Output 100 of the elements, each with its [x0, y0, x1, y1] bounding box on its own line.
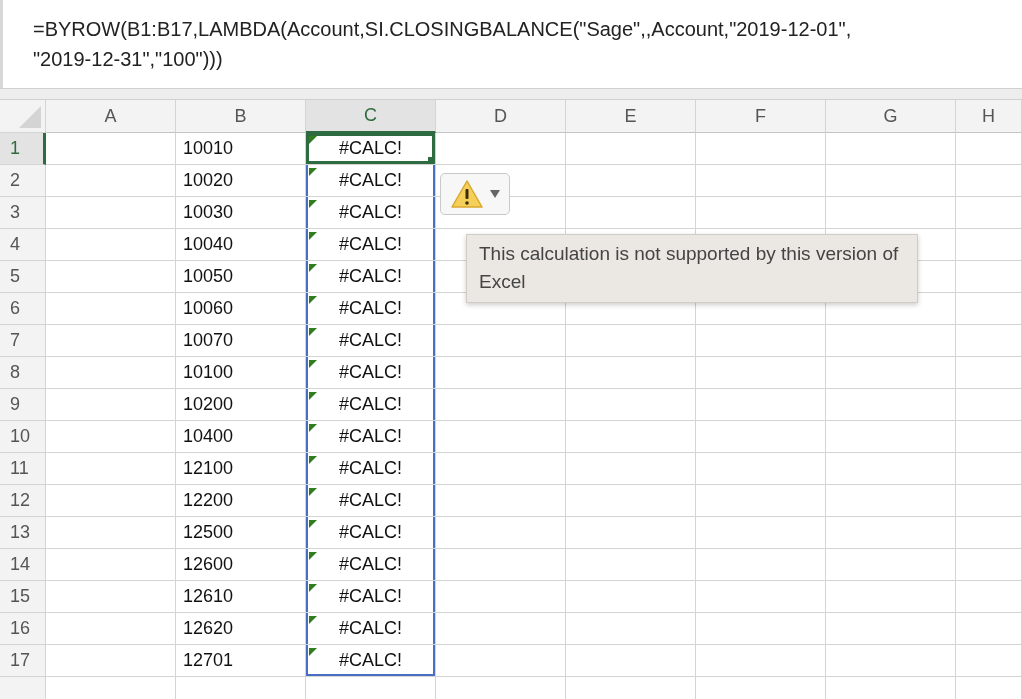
- table-cell[interactable]: [696, 421, 826, 453]
- table-cell[interactable]: [826, 325, 956, 357]
- table-cell[interactable]: [956, 453, 1022, 485]
- table-cell[interactable]: [566, 613, 696, 645]
- table-cell[interactable]: [436, 613, 566, 645]
- table-cell[interactable]: [436, 645, 566, 677]
- column-header[interactable]: F: [696, 100, 826, 133]
- table-cell[interactable]: [696, 133, 826, 165]
- table-cell[interactable]: [826, 197, 956, 229]
- row-header[interactable]: 14: [0, 549, 46, 581]
- table-cell[interactable]: [826, 517, 956, 549]
- table-cell[interactable]: [46, 261, 176, 293]
- table-cell[interactable]: [956, 197, 1022, 229]
- table-cell[interactable]: [826, 453, 956, 485]
- table-cell[interactable]: 12701: [176, 645, 306, 677]
- table-cell[interactable]: [826, 485, 956, 517]
- table-cell[interactable]: [696, 549, 826, 581]
- table-cell[interactable]: #CALC!: [306, 485, 436, 517]
- formula-text[interactable]: =BYROW(B1:B17,LAMBDA(Account,SI.CLOSINGBALANCE("Sage",,Account,"2019-12-01", "2019-12-31","100"))): [33, 14, 1022, 74]
- table-cell[interactable]: [956, 229, 1022, 261]
- table-cell[interactable]: #CALC!: [306, 613, 436, 645]
- table-cell[interactable]: [566, 453, 696, 485]
- table-cell[interactable]: 10050: [176, 261, 306, 293]
- table-cell[interactable]: [956, 485, 1022, 517]
- row-header[interactable]: 8: [0, 357, 46, 389]
- table-cell[interactable]: [696, 517, 826, 549]
- column-header[interactable]: E: [566, 100, 696, 133]
- table-cell[interactable]: [46, 485, 176, 517]
- table-cell[interactable]: [826, 581, 956, 613]
- column-header[interactable]: D: [436, 100, 566, 133]
- table-cell[interactable]: 10200: [176, 389, 306, 421]
- table-cell[interactable]: [696, 485, 826, 517]
- table-cell[interactable]: 12100: [176, 453, 306, 485]
- row-header[interactable]: 9: [0, 389, 46, 421]
- table-cell[interactable]: 10100: [176, 357, 306, 389]
- table-cell[interactable]: 10010: [176, 133, 306, 165]
- table-cell[interactable]: [436, 581, 566, 613]
- row-header[interactable]: 10: [0, 421, 46, 453]
- table-cell[interactable]: [436, 485, 566, 517]
- table-cell[interactable]: [956, 133, 1022, 165]
- table-cell[interactable]: [436, 549, 566, 581]
- table-cell[interactable]: [956, 325, 1022, 357]
- table-cell[interactable]: [46, 293, 176, 325]
- table-cell[interactable]: [566, 389, 696, 421]
- table-cell[interactable]: 10020: [176, 165, 306, 197]
- table-cell[interactable]: [436, 357, 566, 389]
- table-cell[interactable]: [956, 613, 1022, 645]
- table-cell[interactable]: #CALC!: [306, 645, 436, 677]
- table-cell[interactable]: [826, 549, 956, 581]
- table-cell[interactable]: 12610: [176, 581, 306, 613]
- table-cell[interactable]: [566, 517, 696, 549]
- table-cell[interactable]: #CALC!: [306, 389, 436, 421]
- row-header[interactable]: 16: [0, 613, 46, 645]
- select-all-button[interactable]: [0, 100, 46, 133]
- table-cell[interactable]: [46, 581, 176, 613]
- table-cell[interactable]: [826, 645, 956, 677]
- table-cell[interactable]: [826, 613, 956, 645]
- table-cell[interactable]: #CALC!: [306, 229, 436, 261]
- table-cell[interactable]: [956, 293, 1022, 325]
- row-header[interactable]: 7: [0, 325, 46, 357]
- table-cell[interactable]: [566, 549, 696, 581]
- table-cell[interactable]: 10400: [176, 421, 306, 453]
- table-cell[interactable]: [956, 389, 1022, 421]
- table-cell[interactable]: #CALC!: [306, 453, 436, 485]
- table-cell[interactable]: [46, 229, 176, 261]
- table-cell[interactable]: [956, 549, 1022, 581]
- table-cell[interactable]: [826, 133, 956, 165]
- row-header[interactable]: 5: [0, 261, 46, 293]
- row-header[interactable]: 2: [0, 165, 46, 197]
- column-header[interactable]: B: [176, 100, 306, 133]
- table-cell[interactable]: #CALC!: [306, 293, 436, 325]
- table-cell[interactable]: [566, 197, 696, 229]
- table-cell[interactable]: #CALC!: [306, 549, 436, 581]
- table-cell[interactable]: [826, 165, 956, 197]
- table-cell[interactable]: [566, 581, 696, 613]
- table-cell[interactable]: [46, 357, 176, 389]
- table-cell[interactable]: [696, 389, 826, 421]
- table-cell[interactable]: #CALC!: [306, 261, 436, 293]
- table-cell[interactable]: [696, 613, 826, 645]
- table-cell[interactable]: [46, 197, 176, 229]
- table-cell[interactable]: [566, 165, 696, 197]
- table-cell[interactable]: [696, 645, 826, 677]
- table-cell[interactable]: 10040: [176, 229, 306, 261]
- table-cell[interactable]: [956, 517, 1022, 549]
- table-cell[interactable]: [696, 581, 826, 613]
- table-cell[interactable]: [956, 261, 1022, 293]
- row-header[interactable]: 13: [0, 517, 46, 549]
- table-cell[interactable]: [436, 517, 566, 549]
- table-cell[interactable]: [566, 485, 696, 517]
- row-header[interactable]: 4: [0, 229, 46, 261]
- table-cell[interactable]: [436, 133, 566, 165]
- splitter-bar[interactable]: [0, 88, 1022, 100]
- table-cell[interactable]: 12500: [176, 517, 306, 549]
- table-cell[interactable]: [566, 357, 696, 389]
- table-cell[interactable]: [46, 325, 176, 357]
- table-cell[interactable]: #CALC!: [306, 197, 436, 229]
- table-cell[interactable]: #CALC!: [306, 421, 436, 453]
- table-cell[interactable]: [566, 421, 696, 453]
- table-cell[interactable]: [46, 517, 176, 549]
- table-cell[interactable]: 12200: [176, 485, 306, 517]
